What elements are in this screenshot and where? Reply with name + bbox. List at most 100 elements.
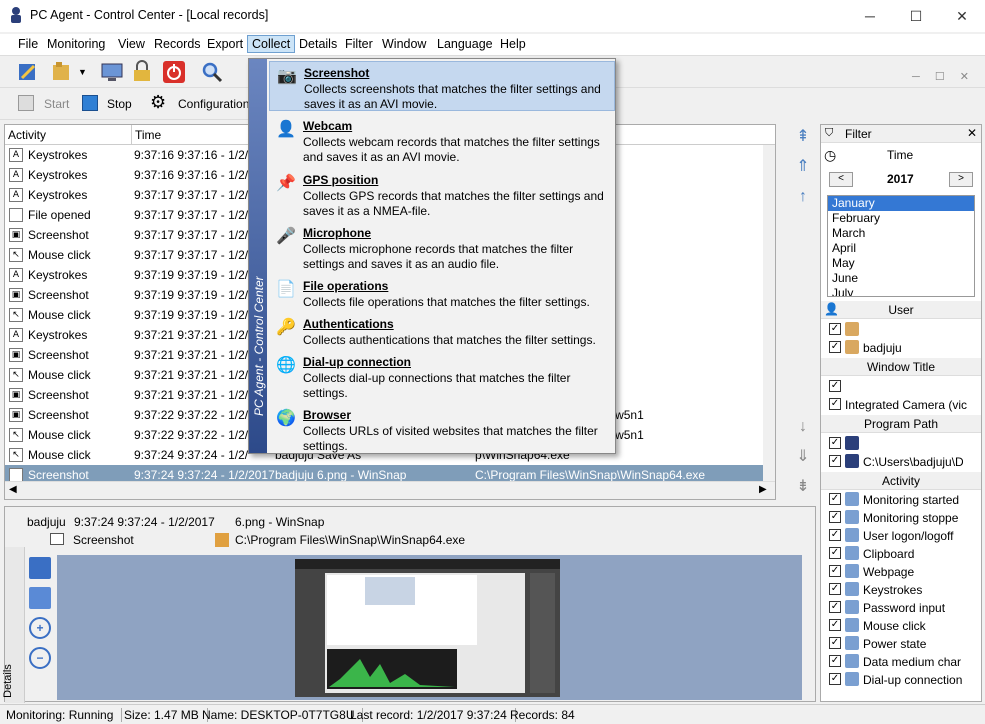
- menu-language[interactable]: Language: [437, 37, 493, 51]
- menu-window[interactable]: Window: [382, 37, 426, 51]
- row-time: 9:37:17 9:37:17 - 1/2/: [134, 188, 249, 202]
- month-item[interactable]: March: [828, 226, 974, 241]
- month-list[interactable]: January February March April May June July: [827, 195, 975, 297]
- row-time: 9:37:22 9:37:22 - 1/2/: [134, 408, 249, 422]
- minimize-button[interactable]: ─: [847, 0, 893, 32]
- filter-checkbox[interactable]: ✓: [829, 619, 841, 631]
- menu-monitoring[interactable]: Monitoring: [47, 37, 105, 51]
- prev-year-button[interactable]: <: [829, 172, 853, 187]
- collect-item-webcam[interactable]: 👤 Webcam Collects webcam records that matc…: [269, 115, 615, 165]
- menu-filter[interactable]: Filter: [345, 37, 373, 51]
- collect-item-screenshot[interactable]: 📷 Screenshot Collects screenshots that mat…: [269, 61, 615, 111]
- last-record-icon[interactable]: ⇟: [794, 478, 812, 496]
- month-item[interactable]: June: [828, 271, 974, 286]
- row-time: 9:37:17 9:37:17 - 1/2/: [134, 208, 249, 222]
- maximize-button[interactable]: ☐: [893, 0, 939, 32]
- collect-item-file-operations[interactable]: 📄 File operations Collects file operations…: [269, 275, 615, 309]
- scroll-right-icon[interactable]: ▶: [759, 484, 767, 495]
- close-button[interactable]: ✕: [939, 0, 985, 32]
- zoom-out-icon[interactable]: −: [29, 647, 51, 669]
- collect-item-microphone[interactable]: 🎤 Microphone Collects microphone records t…: [269, 222, 615, 272]
- user-list: ✓ ✓ badjuju: [821, 321, 981, 357]
- menu-details[interactable]: Details: [299, 37, 337, 51]
- month-item[interactable]: May: [828, 256, 974, 271]
- filter-checkbox[interactable]: ✓: [829, 565, 841, 577]
- activity-type-icon: ↖: [9, 308, 23, 322]
- zoom-in-icon[interactable]: +: [29, 617, 51, 639]
- filter-close-icon[interactable]: ✕: [967, 126, 977, 140]
- open-folder-icon[interactable]: [50, 60, 74, 84]
- filter-checkbox[interactable]: ✓: [829, 547, 841, 559]
- filter-checkbox[interactable]: ✓: [829, 437, 841, 449]
- power-icon[interactable]: [162, 60, 186, 84]
- filter-checkbox[interactable]: ✓: [829, 637, 841, 649]
- collect-item-description: Collects screenshots that matches the fi…: [304, 82, 601, 111]
- collect-item-title: Screenshot: [304, 66, 370, 80]
- row-activity: Keystrokes: [28, 188, 88, 202]
- stop-button[interactable]: Stop: [107, 97, 132, 111]
- activity-type-icon: ↖: [9, 448, 23, 462]
- configuration-button[interactable]: Configuration: [178, 97, 249, 111]
- menu-records[interactable]: Records: [154, 37, 201, 51]
- filter-checkbox[interactable]: ✓: [829, 655, 841, 667]
- menu-export[interactable]: Export: [207, 37, 243, 51]
- row-time: 9:37:22 9:37:22 - 1/2/: [134, 428, 249, 442]
- gear-icon: ⚙: [150, 92, 167, 112]
- filter-checkbox[interactable]: ✓: [829, 583, 841, 595]
- save-icon[interactable]: [29, 557, 51, 579]
- dropdown-arrow-icon[interactable]: ▼: [78, 60, 102, 84]
- month-item[interactable]: July: [828, 286, 974, 296]
- month-item[interactable]: February: [828, 211, 974, 226]
- menu-file[interactable]: File: [18, 37, 38, 51]
- copy-icon[interactable]: [29, 587, 51, 609]
- horizontal-scrollbar[interactable]: ◀ ▶: [5, 481, 775, 499]
- funnel-icon: ⛉: [825, 127, 834, 139]
- filter-checkbox[interactable]: ✓: [829, 673, 841, 685]
- filter-item-label: badjuju: [863, 341, 902, 355]
- filter-checkbox[interactable]: ✓: [829, 511, 841, 523]
- filter-item-label: Dial-up connection: [863, 673, 963, 687]
- computer-icon[interactable]: [100, 60, 124, 84]
- next-year-button[interactable]: >: [949, 172, 973, 187]
- page-up-icon[interactable]: ⇑: [794, 158, 812, 176]
- activity-type-icon: A: [9, 328, 23, 342]
- search-icon[interactable]: [200, 60, 224, 84]
- collect-item-authentications[interactable]: 🔑 Authentications Collects authentications…: [269, 313, 615, 347]
- filter-checkbox[interactable]: ✓: [829, 601, 841, 613]
- filter-checkbox[interactable]: ✓: [829, 341, 841, 353]
- previous-record-icon[interactable]: ↑: [794, 188, 812, 206]
- filter-checkbox[interactable]: ✓: [829, 380, 841, 392]
- filter-checkbox[interactable]: ✓: [829, 398, 841, 410]
- filter-checkbox[interactable]: ✓: [829, 529, 841, 541]
- column-activity[interactable]: Activity: [8, 128, 46, 142]
- edit-icon[interactable]: [16, 60, 40, 84]
- filter-checkbox[interactable]: ✓: [829, 455, 841, 467]
- month-item[interactable]: April: [828, 241, 974, 256]
- first-record-icon[interactable]: ⇞: [794, 128, 812, 146]
- menu-view[interactable]: View: [118, 37, 145, 51]
- column-time[interactable]: Time: [135, 128, 161, 142]
- collect-item-gps-position[interactable]: 📌 GPS position Collects GPS records that m…: [269, 169, 615, 219]
- vertical-scrollbar[interactable]: [763, 145, 775, 481]
- row-activity: Mouse click: [28, 368, 91, 382]
- filter-item-icon: [845, 654, 859, 668]
- filter-checkbox[interactable]: ✓: [829, 493, 841, 505]
- lock-icon[interactable]: [130, 60, 154, 84]
- start-button[interactable]: Start: [44, 97, 69, 111]
- details-user: badjuju: [27, 515, 66, 529]
- menu-collect[interactable]: Collect: [247, 35, 296, 53]
- page-down-icon[interactable]: ⇓: [794, 448, 812, 466]
- menu-help[interactable]: Help: [500, 37, 526, 51]
- filter-item-icon: [845, 322, 859, 336]
- collect-item-browser[interactable]: 🌍 Browser Collects URLs of visited website…: [269, 404, 615, 454]
- clock-icon: ◷: [824, 147, 837, 163]
- collect-item-dial-up-connection[interactable]: 🌐 Dial-up connection Collects dial-up conn…: [269, 351, 615, 401]
- month-item[interactable]: January: [828, 196, 974, 211]
- next-record-icon[interactable]: ↓: [794, 418, 812, 436]
- scroll-left-icon[interactable]: ◀: [9, 484, 17, 495]
- column-divider[interactable]: [131, 125, 132, 145]
- screenshot-thumbnail[interactable]: [295, 559, 560, 697]
- details-tab[interactable]: Details: [2, 547, 25, 703]
- collect-item-icon: 🎤: [276, 228, 296, 245]
- filter-checkbox[interactable]: ✓: [829, 323, 841, 335]
